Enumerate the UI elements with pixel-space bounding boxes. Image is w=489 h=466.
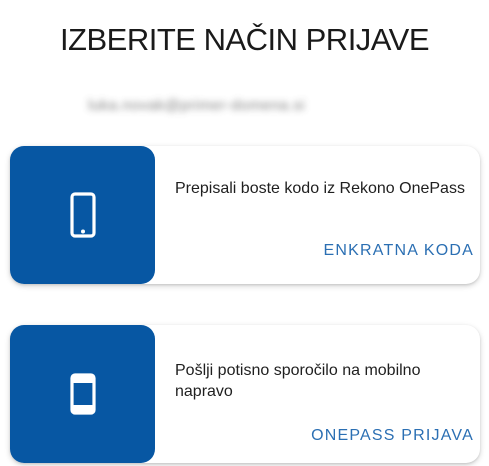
option-card-one-time-code[interactable]: Prepisali boste kodo iz Rekono OnePass E… [10, 146, 480, 284]
one-time-code-button[interactable]: ENKRATNA KODA [324, 242, 474, 260]
option-icon-box [10, 146, 155, 284]
option-icon-box [10, 325, 155, 463]
option-card-onepass-login[interactable]: Pošlji potisno sporočilo na mobilno napr… [10, 325, 480, 463]
smartphone-icon [69, 192, 96, 238]
masked-email: luka.novak@primer-domena.si [88, 97, 413, 115]
onepass-login-button[interactable]: ONEPASS PRIJAVA [311, 427, 474, 445]
option-description: Pošlji potisno sporočilo na mobilno napr… [175, 362, 421, 400]
option-description: Prepisali boste kodo iz Rekono OnePass [175, 180, 465, 197]
masked-email-text: luka.novak@primer-domena.si [88, 97, 306, 114]
page-title: IZBERITE NAČIN PRIJAVE [59, 22, 430, 57]
mobile-app-icon [69, 373, 96, 415]
